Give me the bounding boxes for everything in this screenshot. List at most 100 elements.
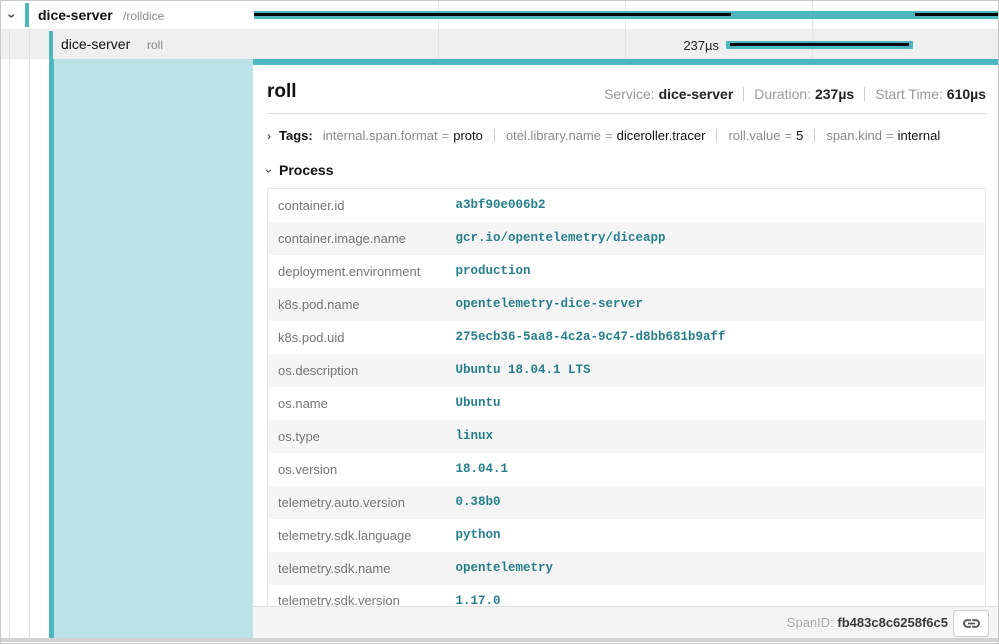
equals-sign: =	[886, 128, 894, 143]
process-key: os.description	[268, 354, 446, 387]
table-row: container.ida3bf90e006b2	[268, 189, 986, 222]
table-row: telemetry.auto.version0.38b0	[268, 486, 986, 519]
process-key: os.name	[268, 387, 446, 420]
timeline-row: 237µs	[253, 30, 999, 59]
process-collapse-chevron-icon[interactable]: ›	[262, 169, 276, 173]
process-key: telemetry.sdk.language	[268, 519, 446, 552]
indent-guide	[9, 30, 10, 59]
self-time-segment	[730, 43, 909, 46]
service-label: Service:	[604, 86, 655, 102]
span-operation-name: roll	[147, 38, 163, 52]
meta-separator	[743, 87, 744, 101]
jaeger-trace-view: › dice-server /rolldice dice-server roll…	[0, 0, 999, 644]
table-row: os.version18.04.1	[268, 453, 986, 486]
process-key: k8s.pod.uid	[268, 321, 446, 354]
meta-separator	[864, 87, 865, 101]
span-service-name[interactable]: dice-server	[61, 36, 130, 52]
process-key: os.version	[268, 453, 446, 486]
tag-item: roll.value =5	[728, 128, 803, 143]
process-key: container.image.name	[268, 222, 446, 255]
table-row: deployment.environmentproduction	[268, 255, 986, 288]
process-key: k8s.pod.name	[268, 288, 446, 321]
process-table: container.ida3bf90e006b2 container.image…	[267, 188, 986, 606]
span-id-label: SpanID:	[787, 615, 834, 630]
process-row[interactable]: ›Process	[267, 162, 986, 184]
tag-value: internal	[898, 128, 941, 143]
equals-sign: =	[605, 128, 613, 143]
tag-key: roll.value	[728, 128, 780, 143]
process-value: python	[446, 519, 986, 552]
span-service-name[interactable]: dice-server	[38, 7, 113, 23]
deep-link-button[interactable]	[953, 610, 989, 637]
process-key: telemetry.auto.version	[268, 486, 446, 519]
process-key: deployment.environment	[268, 255, 446, 288]
process-value: opentelemetry-dice-server	[446, 288, 986, 321]
process-value: opentelemetry	[446, 552, 986, 585]
tag-separator	[814, 129, 815, 142]
span-title: roll	[267, 81, 297, 103]
span-detail-left-column	[1, 59, 253, 638]
process-key: container.id	[268, 189, 446, 222]
timeline-row	[253, 1, 999, 29]
indent-guide	[29, 30, 30, 59]
span-id: SpanID: fb483c8c6258f6c5	[787, 615, 948, 630]
span-duration-label: 237µs	[649, 38, 719, 53]
process-value: 275ecb36-5aa8-4c2a-9c47-d8bb681b9aff	[446, 321, 986, 354]
process-value: gcr.io/opentelemetry/diceapp	[446, 222, 986, 255]
process-value: production	[446, 255, 986, 288]
link-icon	[963, 617, 980, 630]
span-detail-body: roll Service: dice-server Duration: 237µs…	[253, 65, 999, 606]
span-row-roll[interactable]: dice-server roll 237µs	[1, 30, 999, 59]
self-time-segment	[915, 13, 998, 16]
detail-row-tint	[54, 59, 253, 638]
tag-item: otel.library.name=diceroller.tracer	[506, 128, 706, 143]
collapse-chevron-icon[interactable]: ›	[4, 14, 20, 19]
tag-value: proto	[453, 128, 483, 143]
starttime-value: 610µs	[947, 86, 986, 102]
process-value: 1.17.0	[446, 585, 986, 607]
span-color-bar	[25, 3, 29, 27]
duration-label: Duration:	[754, 86, 811, 102]
process-key: os.type	[268, 420, 446, 453]
service-value: dice-server	[659, 86, 734, 102]
process-value: 0.38b0	[446, 486, 986, 519]
table-row: container.image.namegcr.io/opentelemetry…	[268, 222, 986, 255]
tags-expand-chevron-icon[interactable]: ›	[267, 129, 271, 143]
tag-value: 5	[796, 128, 803, 143]
process-value: Ubuntu 18.04.1 LTS	[446, 354, 986, 387]
timeline-gridline	[438, 30, 439, 59]
table-row: telemetry.sdk.languagepython	[268, 519, 986, 552]
tag-key: span.kind	[826, 128, 882, 143]
process-value: 18.04.1	[446, 453, 986, 486]
span-bar-rolldice[interactable]	[254, 11, 998, 19]
self-time-segment	[254, 13, 731, 16]
span-detail-panel: roll Service: dice-server Duration: 237µs…	[253, 59, 999, 638]
equals-sign: =	[785, 128, 793, 143]
table-row: os.descriptionUbuntu 18.04.1 LTS	[268, 354, 986, 387]
table-row: os.typelinux	[268, 420, 986, 453]
process-value: linux	[446, 420, 986, 453]
table-row: telemetry.sdk.version1.17.0	[268, 585, 986, 607]
span-row-rolldice[interactable]: › dice-server /rolldice	[1, 1, 999, 30]
detail-meta: Service: dice-server Duration: 237µs Start…	[604, 86, 986, 102]
process-label: Process	[279, 162, 333, 178]
span-color-bar	[49, 31, 53, 59]
tags-row[interactable]: › Tags: internal.span.format=proto otel.lib…	[267, 128, 986, 150]
tag-key: otel.library.name	[506, 128, 601, 143]
detail-header: roll Service: dice-server Duration: 237µs…	[267, 65, 986, 114]
tags-label: Tags:	[279, 128, 313, 143]
duration-value: 237µs	[815, 86, 854, 102]
tag-item: internal.span.format=proto	[323, 128, 483, 143]
table-row: k8s.pod.uid275ecb36-5aa8-4c2a-9c47-d8bb6…	[268, 321, 986, 354]
span-id-value: fb483c8c6258f6c5	[837, 615, 948, 630]
span-operation-name: /rolldice	[123, 9, 164, 23]
indent-guide	[29, 59, 30, 638]
starttime-label: Start Time:	[875, 86, 943, 102]
bottom-border-strip	[1, 638, 999, 642]
tag-item: span.kind = internal	[826, 128, 940, 143]
span-bar-roll[interactable]	[726, 41, 913, 49]
indent-guide	[9, 59, 10, 638]
equals-sign: =	[442, 128, 450, 143]
table-row: k8s.pod.nameopentelemetry-dice-server	[268, 288, 986, 321]
timeline-gridline	[625, 30, 626, 59]
